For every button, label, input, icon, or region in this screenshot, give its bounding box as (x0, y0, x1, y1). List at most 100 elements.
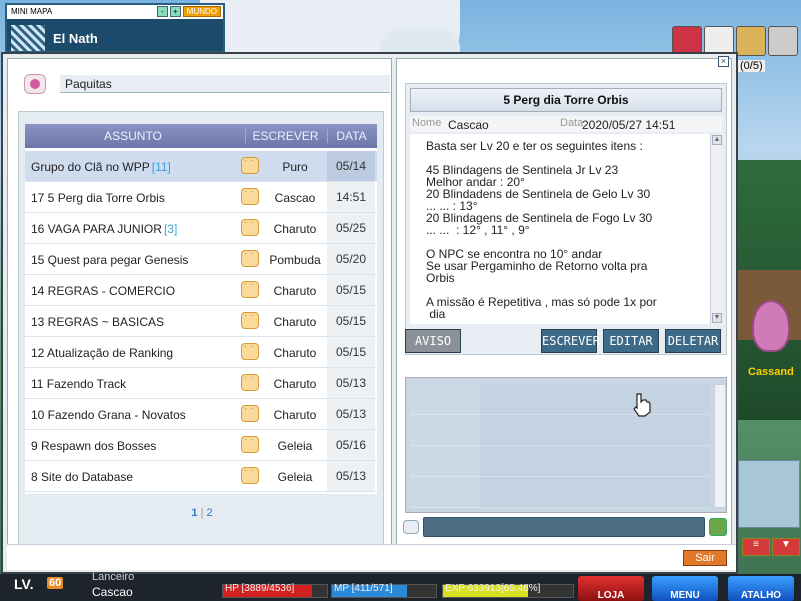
close-icon[interactable]: × (718, 56, 729, 67)
scroll-down-icon[interactable]: ▼ (712, 313, 722, 323)
notice-button[interactable]: AVISO (405, 329, 461, 353)
post-subject: 16 VAGA PARA JUNIOR [3] (31, 222, 177, 236)
writer-face-icon (241, 155, 259, 174)
post-subject-text: 9 Respawn dos Bosses (31, 439, 157, 453)
post-list-panel: Paquitas ASSUNTO ESCREVER DATA Grupo do … (7, 58, 392, 568)
world-map-button[interactable]: MUNDO (182, 6, 221, 17)
writer-face-icon (241, 186, 259, 205)
post-subject-text: 17 5 Perg dia Torre Orbis (31, 191, 165, 205)
send-comment-icon[interactable] (709, 518, 727, 536)
minimap-minimize-button[interactable]: - (156, 6, 168, 17)
post-row[interactable]: 13 REGRAS ~ BASICAS Charuto 05/15 (25, 306, 377, 337)
arrow-down-icon[interactable]: ▼ (772, 538, 800, 556)
minimap-title-bar: MINI MAPA - + MUNDO (7, 5, 223, 19)
comment-input[interactable] (423, 517, 705, 537)
post-subject: 10 Fazendo Grana - Novatos (31, 408, 188, 422)
post-row[interactable]: 12 Atualização de Ranking Charuto 05/15 (25, 337, 377, 368)
delete-button[interactable]: DELETAR (665, 329, 721, 353)
post-row[interactable]: 16 VAGA PARA JUNIOR[3] Charuto 05/25 (25, 213, 377, 244)
post-meta: Nome Cascao Data 2020/05/27 14:51 (410, 116, 722, 132)
comment-count: [11] (151, 160, 171, 174)
post-view-panel: 5 Perg dia Torre Orbis Nome Cascao Data … (396, 58, 732, 568)
writer-face-icon (241, 372, 259, 391)
board-icon (24, 74, 46, 94)
exit-button[interactable]: Sair (683, 550, 727, 566)
writer-face-icon (241, 403, 259, 422)
page-1-link[interactable]: 1 (191, 507, 197, 519)
post-date: 05/25 (327, 213, 375, 243)
post-row[interactable]: 14 REGRAS - COMERCIO Charuto 05/15 (25, 275, 377, 306)
exp-text: EXP 633913[65.48%] (445, 583, 541, 594)
minimap-title: MINI MAPA (11, 7, 53, 16)
minimap-expand-button[interactable]: + (169, 6, 181, 17)
post-date: 05/15 (327, 337, 375, 367)
post-list-frame: ASSUNTO ESCREVER DATA Grupo do Clã no WP… (18, 111, 384, 547)
npc-name-tag: Cassand (748, 366, 794, 378)
level-label: LV. (14, 576, 34, 592)
page-2-link[interactable]: 2 (206, 507, 212, 519)
hand-cursor-icon (633, 393, 651, 417)
edit-button[interactable]: EDITAR (603, 329, 659, 353)
post-subject: 12 Atualização de Ranking (31, 346, 175, 360)
post-subject-text: 13 REGRAS ~ BASICAS (31, 315, 165, 329)
post-row[interactable]: Grupo do Clã no WPP[11] Puro 05/14 (25, 151, 377, 182)
character-icon[interactable] (736, 26, 766, 56)
comments-area (405, 377, 727, 513)
character-name: Cascao (92, 585, 133, 599)
level-value: 60 (47, 577, 64, 589)
post-subject-text: 15 Quest para pegar Genesis (31, 253, 189, 267)
chat-toggle-icon[interactable]: ≡ (742, 538, 770, 556)
post-row[interactable]: 11 Fazendo Track Charuto 05/13 (25, 368, 377, 399)
post-subject: 9 Respawn dos Bosses (31, 439, 158, 453)
post-title: 5 Perg dia Torre Orbis (410, 88, 722, 112)
npc-avatar[interactable] (752, 300, 790, 352)
guild-board-window: Paquitas ASSUNTO ESCREVER DATA Grupo do … (1, 52, 738, 574)
write-button[interactable]: ESCREVER (541, 329, 600, 353)
party-counter: (0/5) (738, 60, 765, 72)
comment-icon (403, 520, 419, 534)
post-date: 05/13 (327, 368, 375, 398)
page-separator: | (200, 507, 204, 519)
post-row[interactable]: 10 Fazendo Grana - Novatos Charuto 05/13 (25, 399, 377, 430)
header-subject: ASSUNTO (104, 129, 162, 143)
post-body[interactable]: Basta ser Lv 20 e ter os seguintes itens… (410, 134, 722, 324)
cash-shop-button[interactable]: LOJA (578, 576, 644, 601)
board-tab-label: Paquitas (60, 75, 390, 93)
post-date: 05/15 (327, 275, 375, 305)
status-bar: LV. 60 Lanceiro Cascao HP [3889/4536] MP… (0, 571, 801, 601)
post-row[interactable]: 9 Respawn dos Bosses Geleia 05/16 (25, 430, 377, 461)
post-row[interactable]: 15 Quest para pegar Genesis Pombuda 05/20 (25, 244, 377, 275)
post-row[interactable]: 8 Site do Database Geleia 05/13 (25, 461, 377, 492)
post-date: 05/14 (327, 151, 375, 181)
post-content: Basta ser Lv 20 e ter os seguintes itens… (426, 139, 657, 321)
writer-face-icon (241, 248, 259, 267)
map-location-name: El Nath (53, 31, 98, 46)
exp-gauge: EXP 633913[65.48%] (442, 583, 574, 598)
post-actions: AVISO ESCREVER EDITAR DELETAR (405, 329, 727, 357)
writer-face-icon (241, 341, 259, 360)
board-tab[interactable]: Paquitas (18, 69, 390, 95)
writer-face-icon (241, 465, 259, 484)
post-subject-text: Grupo do Clã no WPP (31, 160, 150, 174)
post-scrollbar[interactable]: ▲ ▼ (710, 134, 722, 324)
scroll-up-icon[interactable]: ▲ (712, 135, 722, 145)
post-subject-text: 12 Atualização de Ranking (31, 346, 174, 360)
sword-icon[interactable] (768, 26, 798, 56)
post-date: 14:51 (327, 182, 375, 212)
post-writer: Charuto (273, 222, 317, 236)
post-list-header: ASSUNTO ESCREVER DATA (25, 124, 377, 148)
shortcut-button[interactable]: ATALHO (728, 576, 794, 601)
post-writer: Charuto (273, 346, 317, 360)
quick-slots[interactable] (738, 460, 800, 528)
comments-scrollbar[interactable] (714, 384, 726, 508)
writer-face-icon (241, 310, 259, 329)
mp-text: MP [411/571] (334, 583, 393, 594)
menu-button[interactable]: MENU (652, 576, 718, 601)
post-subject: 14 REGRAS - COMERCIO (31, 284, 177, 298)
post-writer: Charuto (273, 377, 317, 391)
post-writer: Puro (282, 160, 308, 174)
minimap[interactable]: MINI MAPA - + MUNDO El Nath (5, 3, 225, 53)
post-subject-text: 11 Fazendo Track (31, 377, 127, 391)
post-row[interactable]: 17 5 Perg dia Torre Orbis Cascao 14:51 (25, 182, 377, 213)
post-rows: Grupo do Clã no WPP[11]Puro05/1417 5 Per… (25, 151, 377, 492)
